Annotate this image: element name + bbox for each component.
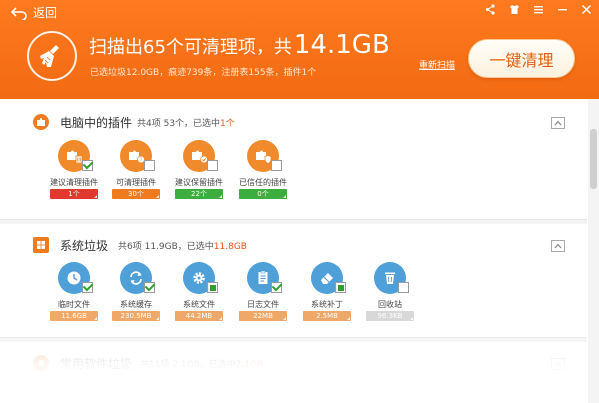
back-label: 返回: [33, 6, 58, 20]
menu-icon[interactable]: [532, 3, 545, 16]
item-size-badge: 230.5MB: [112, 311, 160, 321]
item-count-badge: 0个: [239, 189, 287, 199]
plugin-suggested-clean-checkbox[interactable]: [82, 160, 93, 171]
system-junk-section: 系统垃圾 共6项 11.9GB，已选中11.8GB 临时文件 11.6GB 系统…: [0, 235, 587, 335]
item-label: 日志文件: [247, 300, 279, 309]
software-junk-section-header: 常用软件垃圾 共11项 2.1GB，已选中2.1GB: [0, 353, 587, 377]
plugin-item-suggested-keep[interactable]: 建议保留插件 22个: [166, 140, 230, 210]
item-label: 建议清理插件: [50, 178, 98, 187]
item-label: 建议保留插件: [175, 178, 223, 187]
vertical-scrollbar[interactable]: [588, 99, 599, 403]
headline-text: 扫描出65个可清理项，共: [89, 37, 292, 58]
back-button[interactable]: 返回: [10, 4, 57, 21]
system-files-checkbox[interactable]: [207, 282, 218, 293]
log-files-checkbox[interactable]: [271, 282, 282, 293]
plugin-item-cleanable[interactable]: ? 可清理插件 30个: [103, 140, 167, 210]
item-size-badge: 44.2MB: [175, 311, 223, 321]
content-area: 电脑中的插件 共4项 53个，已选中1个 建议清理插件 1个 ? 可清理插件 3…: [0, 99, 587, 403]
header: 返回 扫描出65个可清理项，共 14.1GB 已选垃圾12.0GB，痕迹739条…: [0, 0, 599, 99]
minimize-icon[interactable]: [556, 3, 569, 16]
system-junk-section-header: 系统垃圾 共6项 11.9GB，已选中11.8GB: [0, 235, 587, 259]
plugins-section-title: 电脑中的插件: [60, 116, 133, 130]
plugins-collapse-button[interactable]: [551, 117, 565, 129]
headline-size: 14.1GB: [293, 30, 390, 60]
system-patches-checkbox[interactable]: [335, 282, 346, 293]
rescan-link[interactable]: 重新扫描: [419, 58, 455, 71]
temp-files-checkbox[interactable]: [82, 282, 93, 293]
system-junk-section-title: 系统垃圾: [60, 239, 109, 253]
system-cache-checkbox[interactable]: [144, 282, 155, 293]
item-label: 回收站: [378, 300, 402, 309]
broom-icon: [27, 31, 77, 81]
scan-result-headline: 扫描出65个可清理项，共 14.1GB: [89, 30, 390, 60]
windows-icon: [33, 237, 49, 253]
svg-text:?: ?: [140, 158, 143, 164]
software-junk-section-meta: 共11项 2.1GB，已选中2.1GB: [140, 360, 264, 370]
system-junk-section-meta: 共6项 11.9GB，已选中11.8GB: [118, 242, 247, 252]
junk-item-temp-files[interactable]: 临时文件 11.6GB: [41, 262, 105, 332]
item-label: 系统缓存: [120, 300, 152, 309]
software-junk-section-title: 常用软件垃圾: [60, 357, 133, 371]
plugins-section: 电脑中的插件 共4项 53个，已选中1个 建议清理插件 1个 ? 可清理插件 3…: [0, 112, 587, 217]
item-size-badge: 11.6GB: [50, 311, 98, 321]
scrollbar-thumb[interactable]: [590, 129, 597, 189]
item-label: 临时文件: [58, 300, 90, 309]
plugin-suggested-keep-checkbox[interactable]: [207, 160, 218, 171]
plugin-cleanable-checkbox[interactable]: [144, 160, 155, 171]
section-divider: [0, 219, 587, 224]
plugin-item-trusted[interactable]: 已信任的插件 0个: [230, 140, 294, 210]
one-click-clean-button[interactable]: 一键清理: [468, 39, 575, 78]
back-arrow-icon: [10, 6, 27, 20]
close-icon[interactable]: [580, 3, 593, 16]
puzzle-icon: [33, 114, 49, 130]
title-bar: 返回: [0, 0, 599, 24]
item-size-badge: 96.3KB: [366, 311, 414, 321]
scan-summary: 已选垃圾12.0GB，痕迹739条，注册表155条，插件1个: [90, 68, 317, 78]
item-label: 系统补丁: [311, 300, 343, 309]
system-junk-collapse-button[interactable]: [551, 240, 565, 252]
chevron-up-icon: [554, 243, 562, 249]
window-controls: [484, 3, 593, 16]
item-count-badge: 1个: [50, 189, 98, 199]
item-count-badge: 30个: [112, 189, 160, 199]
plugins-section-header: 电脑中的插件 共4项 53个，已选中1个: [0, 112, 587, 136]
software-junk-section: 常用软件垃圾 共11项 2.1GB，已选中2.1GB: [0, 353, 587, 393]
junk-item-system-files[interactable]: 系统文件 44.2MB: [166, 262, 230, 332]
junk-item-recycle-bin[interactable]: 回收站 96.3KB: [357, 262, 421, 332]
chevron-up-icon: [554, 361, 562, 367]
item-size-badge: 22MB: [239, 311, 287, 321]
plugin-item-suggested-clean[interactable]: 建议清理插件 1个: [41, 140, 105, 210]
plugins-section-meta: 共4项 53个，已选中1个: [137, 119, 235, 129]
item-label: 已信任的插件: [239, 178, 287, 187]
chevron-up-icon: [554, 120, 562, 126]
item-size-badge: 2.5MB: [303, 311, 351, 321]
section-divider: [0, 337, 587, 342]
recycle-bin-checkbox[interactable]: [398, 282, 409, 293]
item-label: 可清理插件: [116, 178, 156, 187]
plugin-trusted-checkbox[interactable]: [271, 160, 282, 171]
junk-item-system-cache[interactable]: 系统缓存 230.5MB: [103, 262, 167, 332]
share-icon[interactable]: [484, 3, 497, 16]
junk-item-log-files[interactable]: 日志文件 22MB: [230, 262, 294, 332]
skin-icon[interactable]: [508, 3, 521, 16]
software-icon: [33, 355, 49, 371]
junk-item-system-patches[interactable]: 系统补丁 2.5MB: [294, 262, 358, 332]
item-label: 系统文件: [183, 300, 215, 309]
software-junk-collapse-button[interactable]: [551, 358, 565, 370]
item-count-badge: 22个: [175, 189, 223, 199]
